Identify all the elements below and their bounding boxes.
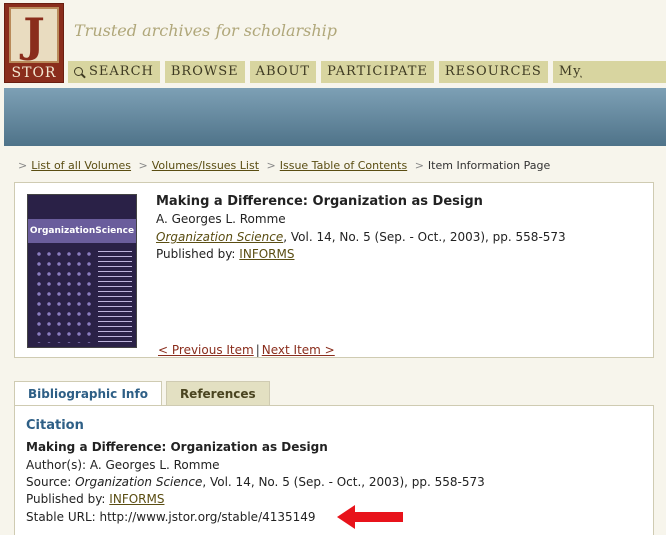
- citation-publisher-line: Published by: INFORMS: [26, 492, 164, 506]
- citation-published-label: Published by:: [26, 492, 110, 506]
- citation-heading: Citation: [26, 418, 84, 433]
- citation-author-line: Author(s): A. Georges L. Romme: [26, 458, 220, 472]
- breadcrumb-separator: >: [18, 159, 28, 172]
- magnifier-icon: [74, 67, 83, 76]
- stable-url-line: Stable URL: http://www.jstor.org/stable/…: [26, 510, 316, 524]
- breadcrumb-separator: >: [266, 159, 276, 172]
- journal-cover-image: OrganizationScience: [27, 194, 137, 348]
- logo-letter: J: [9, 7, 59, 63]
- breadcrumb-volumes-link[interactable]: List of all Volumes: [31, 159, 131, 172]
- publisher-link[interactable]: INFORMS: [239, 247, 294, 261]
- nav-resources[interactable]: RESOURCES: [438, 61, 548, 83]
- citation-journal: Organization Science: [75, 475, 203, 489]
- site-header: J STOR Trusted archives for scholarship …: [0, 0, 666, 88]
- citation-source-details: , Vol. 14, No. 5 (Sep. - Oct., 2003), pp…: [202, 475, 485, 489]
- published-label: Published by:: [156, 247, 240, 261]
- nav-participate[interactable]: PARTICIPATE: [321, 61, 434, 83]
- article-author: A. Georges L. Romme: [156, 212, 286, 226]
- breadcrumb-toc-link[interactable]: Issue Table of Contents: [280, 159, 407, 172]
- citation-publisher-link[interactable]: INFORMS: [109, 492, 164, 506]
- header-banner: [4, 88, 666, 146]
- article-source: Organization Science, Vol. 14, No. 5 (Se…: [156, 230, 566, 244]
- citation-title: Making a Difference: Organization as Des…: [26, 440, 328, 454]
- tab-bibliographic-info[interactable]: Bibliographic Info: [14, 381, 162, 406]
- nav-search[interactable]: SEARCH: [68, 61, 160, 83]
- breadcrumb-separator: >: [414, 159, 424, 172]
- breadcrumb: > List of all Volumes > Volumes/Issues Lis…: [14, 159, 550, 172]
- cover-title: OrganizationScience: [28, 219, 136, 243]
- citation-source-line: Source: Organization Science, Vol. 14, N…: [26, 475, 485, 489]
- nav-filler: [582, 61, 666, 83]
- nav-browse[interactable]: BROWSE: [164, 61, 245, 83]
- tab-references[interactable]: References: [165, 381, 270, 405]
- source-details: , Vol. 14, No. 5 (Sep. - Oct., 2003), pp…: [283, 230, 566, 244]
- nav-about[interactable]: ABOUT: [249, 61, 317, 83]
- breadcrumb-separator: >: [138, 159, 148, 172]
- source-label: Source:: [26, 475, 76, 489]
- citation-author: A. Georges L. Romme: [89, 458, 220, 472]
- tagline: Trusted archives for scholarship: [74, 21, 338, 40]
- journal-link[interactable]: Organization Science: [156, 230, 283, 244]
- info-tabs: Bibliographic Info References: [14, 381, 274, 406]
- stable-url-label: Stable URL:: [26, 510, 100, 524]
- red-arrow-icon: [337, 505, 403, 529]
- publisher-line: Published by: INFORMS: [156, 247, 294, 261]
- next-item-link[interactable]: Next Item >: [262, 343, 335, 357]
- jstor-logo[interactable]: J STOR: [4, 3, 64, 83]
- pager-separator: |: [255, 343, 260, 357]
- article-title: Making a Difference: Organization as Des…: [156, 194, 483, 209]
- logo-word: STOR: [11, 65, 57, 81]
- citation-panel: Citation Making a Difference: Organizati…: [14, 405, 654, 535]
- author-label: Author(s):: [26, 458, 90, 472]
- previous-item-link[interactable]: < Previous Item: [158, 343, 254, 357]
- item-pager: < Previous Item | Next Item >: [158, 343, 335, 357]
- stable-url[interactable]: http://www.jstor.org/stable/4135149: [100, 510, 316, 524]
- item-info-box: OrganizationScience Making a Difference:…: [14, 182, 654, 358]
- breadcrumb-current: Item Information Page: [427, 159, 551, 172]
- nav-search-label: SEARCH: [89, 64, 154, 79]
- breadcrumb-issues-link[interactable]: Volumes/Issues List: [152, 159, 259, 172]
- main-nav: SEARCH BROWSE ABOUT PARTICIPATE RESOURCE…: [68, 61, 641, 83]
